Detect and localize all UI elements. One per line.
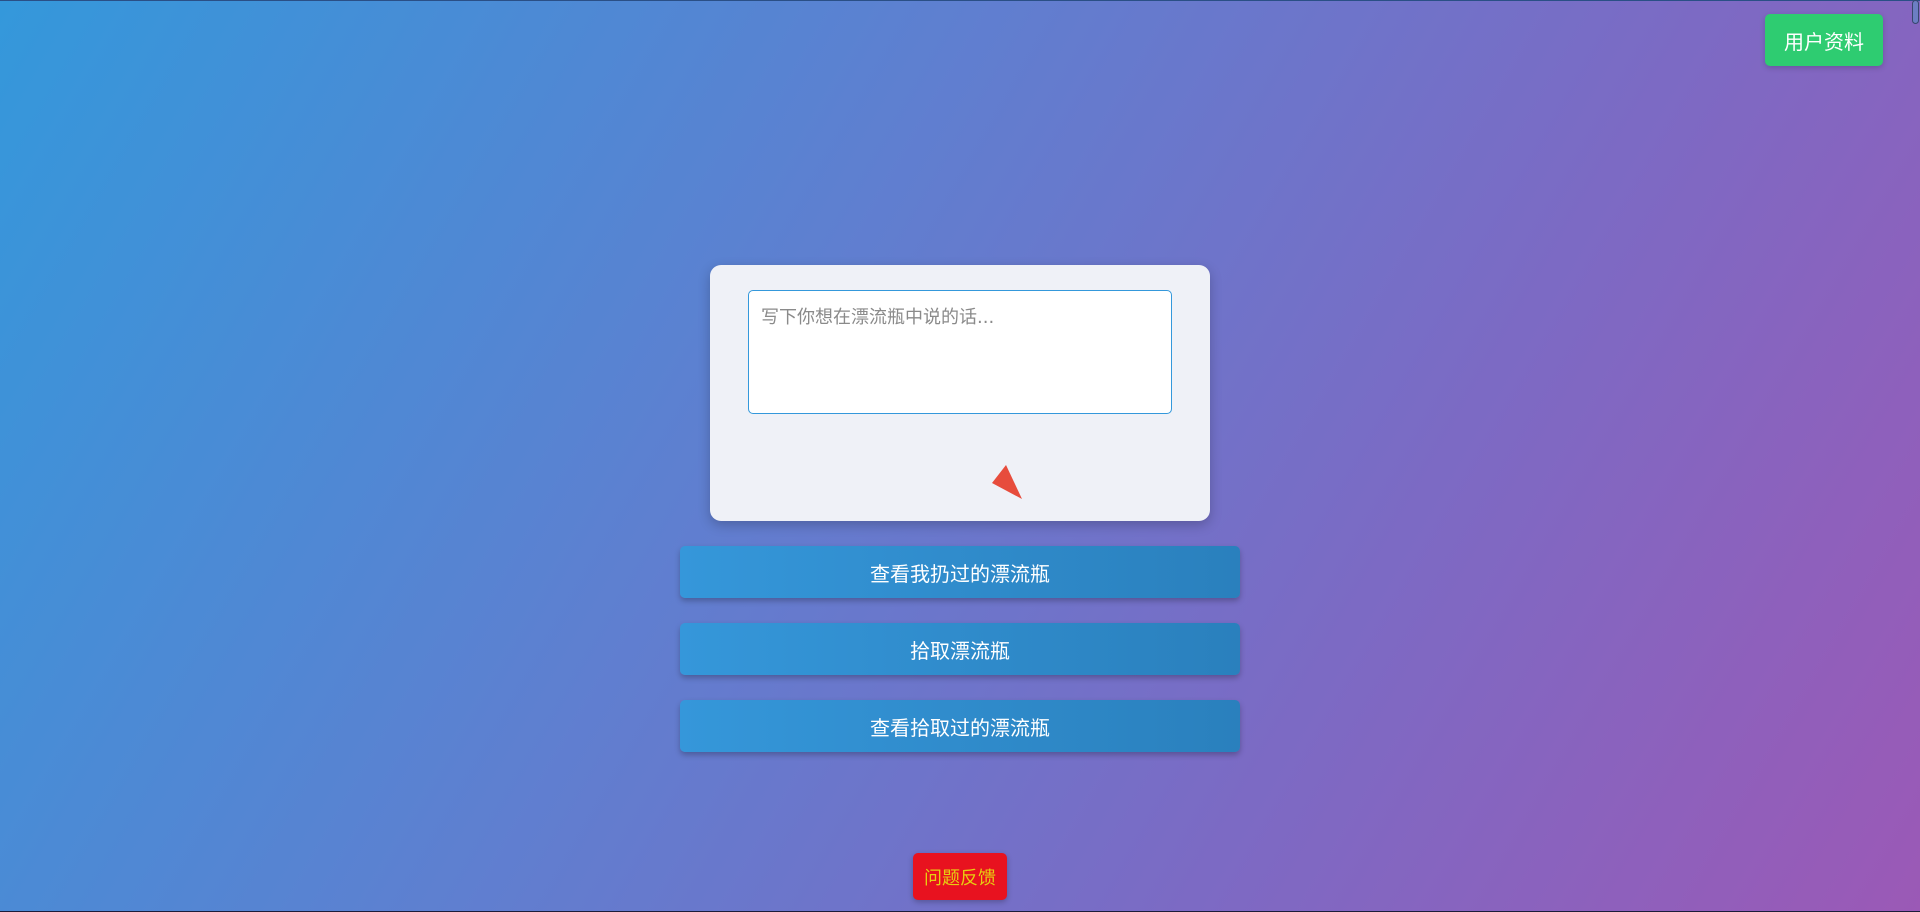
top-border-line xyxy=(0,0,1920,1)
user-profile-button[interactable]: 用户资料 xyxy=(1765,14,1883,66)
feedback-button[interactable]: 问题反馈 xyxy=(913,853,1007,900)
scrollbar-thumb[interactable] xyxy=(1912,0,1919,24)
pick-bottle-button[interactable]: 拾取漂流瓶 xyxy=(680,623,1240,675)
bottle-composer-card xyxy=(710,265,1210,521)
view-picked-bottles-button[interactable]: 查看拾取过的漂流瓶 xyxy=(680,700,1240,752)
view-thrown-bottles-button[interactable]: 查看我扔过的漂流瓶 xyxy=(680,546,1240,598)
send-triangle-icon[interactable] xyxy=(986,461,1026,501)
bottle-message-input[interactable] xyxy=(748,290,1172,414)
